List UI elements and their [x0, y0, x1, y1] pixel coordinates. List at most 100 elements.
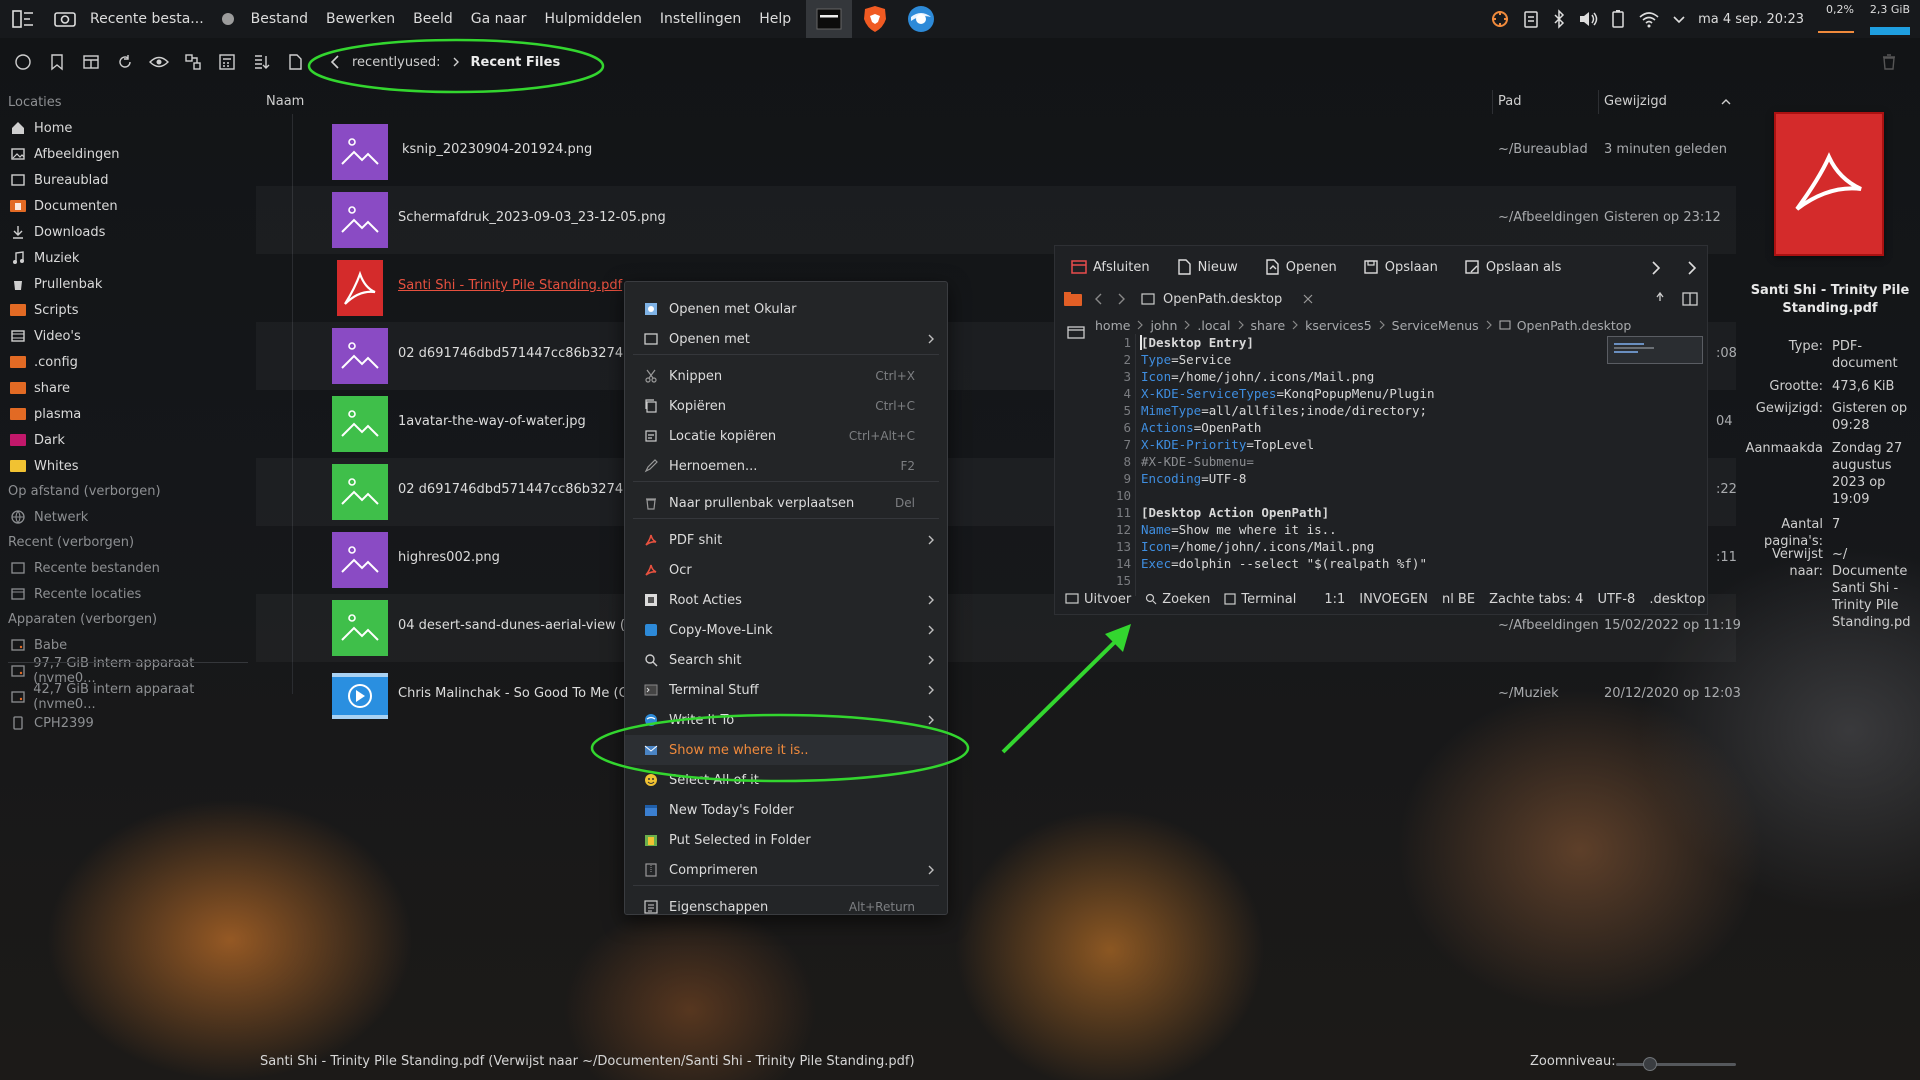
menu-beeld[interactable]: Beeld	[404, 11, 462, 27]
updates-icon[interactable]	[1490, 9, 1510, 29]
sidebar-item-whites[interactable]: Whites	[0, 453, 250, 479]
kate-status-file-type[interactable]: .desktop	[1649, 592, 1705, 607]
menu-item-eigenschappen[interactable]: Eigenschappen Alt+Return	[625, 892, 947, 922]
sidebar-item-dark[interactable]: Dark	[0, 427, 250, 453]
bookmark-icon[interactable]	[40, 45, 74, 79]
kate-status-indentation[interactable]: Zachte tabs: 4	[1489, 592, 1583, 607]
menu-item-kopi-ren[interactable]: Kopiëren Ctrl+C	[625, 391, 947, 421]
terminal-task-icon[interactable]	[806, 0, 853, 38]
clock[interactable]: ma 4 sep. 20:23	[1698, 12, 1804, 27]
web-browser-icon[interactable]	[898, 5, 944, 33]
kate-save-as-button[interactable]: Opslaan als	[1464, 259, 1561, 275]
back-chevron-icon[interactable]	[1083, 291, 1113, 307]
circle-icon[interactable]	[6, 45, 40, 79]
menu-item-new-today-s-folder[interactable]: New Today's Folder	[625, 795, 947, 825]
path-segment[interactable]: john	[1150, 318, 1177, 333]
sidebar-item-afbeeldingen[interactable]: Afbeeldingen	[0, 141, 250, 167]
menu-item-naar-prullenbak-verplaatsen[interactable]: Naar prullenbak verplaatsen Del	[625, 488, 947, 518]
menu-item-put-selected-in-folder[interactable]: Put Selected in Folder	[625, 825, 947, 855]
kate-tab[interactable]: OpenPath.desktop	[1141, 292, 1314, 307]
menu-item-knippen[interactable]: Knippen Ctrl+X	[625, 361, 947, 391]
path-segment[interactable]: ServiceMenus	[1392, 318, 1479, 333]
sidebar-section-remote[interactable]: Op afstand (verborgen)	[0, 479, 250, 504]
zoom-slider-handle[interactable]	[1643, 1057, 1657, 1071]
menu-item-root-acties[interactable]: Root Acties	[625, 585, 947, 615]
menu-ga-naar[interactable]: Ga naar	[462, 11, 536, 27]
refresh-icon[interactable]	[108, 45, 142, 79]
path-segment[interactable]: kservices5	[1305, 318, 1371, 333]
split-view-icon[interactable]	[176, 45, 210, 79]
task-window-title[interactable]: Recente besta...	[84, 11, 222, 27]
menu-hulpmiddelen[interactable]: Hulpmiddelen	[535, 11, 650, 27]
sidebar-item-babe[interactable]: Babe	[0, 632, 250, 658]
sidebar-item-recente-bestanden[interactable]: Recente bestanden	[0, 555, 250, 581]
sort-ascending-icon[interactable]	[1720, 96, 1732, 108]
clipboard-icon[interactable]	[1522, 9, 1540, 29]
sidebar-item-42-7-gib-intern-apparaat-nvme0[interactable]: 42,7 GiB intern apparaat (nvme0...	[0, 682, 250, 712]
menu-item-hernoemen[interactable]: Hernoemen... F2	[625, 451, 947, 481]
sidebar-item-documenten[interactable]: Documenten	[0, 193, 250, 219]
sort-icon[interactable]	[244, 45, 278, 79]
zoom-slider[interactable]	[1616, 1063, 1736, 1066]
column-path[interactable]: Pad	[1498, 90, 1521, 114]
kate-close-button[interactable]: Afsluiten	[1071, 259, 1150, 275]
sidebar-item-home[interactable]: Home	[0, 115, 250, 141]
screenshot-icon[interactable]	[46, 11, 84, 27]
column-modified[interactable]: Gewijzigd	[1604, 90, 1667, 114]
kate-status-cursor-position[interactable]: 1:1	[1324, 592, 1345, 607]
menu-help[interactable]: Help	[750, 11, 800, 27]
path-segment[interactable]: .local	[1197, 318, 1230, 333]
sidebar-item-downloads[interactable]: Downloads	[0, 219, 250, 245]
kate-save-button[interactable]: Opslaan	[1363, 259, 1438, 275]
kate-status-encoding[interactable]: UTF-8	[1597, 592, 1635, 607]
kate-status-search[interactable]: Zoeken	[1145, 592, 1210, 607]
menu-item-locatie-kopi-ren[interactable]: Locatie kopiëren Ctrl+Alt+C	[625, 421, 947, 451]
chevron-right-icon[interactable]	[1649, 260, 1663, 276]
new-tab-icon[interactable]	[74, 45, 108, 79]
path-segment[interactable]: home	[1095, 318, 1130, 333]
menu-instellingen[interactable]: Instellingen	[651, 11, 750, 27]
sidebar-item-prullenbak[interactable]: Prullenbak	[0, 271, 250, 297]
menu-item-openen-met[interactable]: Openen met	[625, 324, 947, 354]
path-segment[interactable]: OpenPath.desktop	[1517, 318, 1632, 333]
menu-item-search-shit[interactable]: Search shit	[625, 645, 947, 675]
sidebar-item-video-s[interactable]: Video's	[0, 323, 250, 349]
close-tab-icon[interactable]	[1302, 293, 1314, 305]
file-row[interactable]: Schermafdruk_2023-09-03_23-12-05.png ~/Af…	[256, 186, 1736, 254]
sidebar-item-scripts[interactable]: Scripts	[0, 297, 250, 323]
menu-item-terminal-stuff[interactable]: Terminal Stuff	[625, 675, 947, 705]
sidebar-section-devices[interactable]: Apparaten (verborgen)	[0, 607, 250, 632]
volume-icon[interactable]	[1578, 9, 1598, 29]
menu-item-comprimeren[interactable]: Comprimeren	[625, 855, 947, 885]
menu-item-pdf-shit[interactable]: PDF shit	[625, 525, 947, 555]
minimap[interactable]	[1607, 336, 1703, 364]
calculator-icon[interactable]	[210, 45, 244, 79]
pin-icon[interactable]	[1653, 291, 1667, 307]
menu-item-ocr[interactable]: Ocr	[625, 555, 947, 585]
forward-chevron-icon[interactable]	[1113, 291, 1133, 307]
memory-monitor[interactable]: 2,3 GiB	[1868, 0, 1912, 38]
wifi-icon[interactable]	[1638, 9, 1660, 29]
menu-bewerken[interactable]: Bewerken	[317, 11, 404, 27]
sidebar-item-bureaublad[interactable]: Bureaublad	[0, 167, 250, 193]
brave-browser-icon[interactable]	[852, 5, 898, 33]
chevron-right-icon[interactable]	[1685, 260, 1699, 276]
kate-open-button[interactable]: Openen	[1264, 259, 1337, 275]
trash-toolbar-icon[interactable]	[1872, 45, 1906, 79]
sidebar-item-share[interactable]: share	[0, 375, 250, 401]
bluetooth-icon[interactable]	[1552, 9, 1566, 29]
column-name[interactable]: Naam	[266, 90, 304, 114]
menu-item-copy-move-link[interactable]: Copy-Move-Link	[625, 615, 947, 645]
sidebar-item-plasma[interactable]: plasma	[0, 401, 250, 427]
folder-icon[interactable]	[1063, 291, 1083, 307]
chevron-down-icon[interactable]	[1672, 9, 1686, 29]
file-row[interactable]: ksnip_20230904-201924.png ~/Bureaublad 3 m…	[256, 118, 1736, 186]
kate-status-input-mode[interactable]: INVOEGEN	[1359, 592, 1428, 607]
split-editor-icon[interactable]	[1681, 291, 1699, 307]
kate-status-terminal[interactable]: Terminal	[1224, 592, 1296, 607]
code-editor[interactable]: 1 [Desktop Entry] 2 Type=Service 3 Icon=/home…	[1055, 334, 1655, 596]
sidebar-item-netwerk[interactable]: Netwerk	[0, 504, 250, 530]
menu-item-openen-met-okular[interactable]: Openen met Okular	[625, 294, 947, 324]
sidebar-item-cph2399[interactable]: CPH2399	[0, 710, 250, 736]
cpu-monitor[interactable]: 0,2%	[1816, 0, 1856, 38]
